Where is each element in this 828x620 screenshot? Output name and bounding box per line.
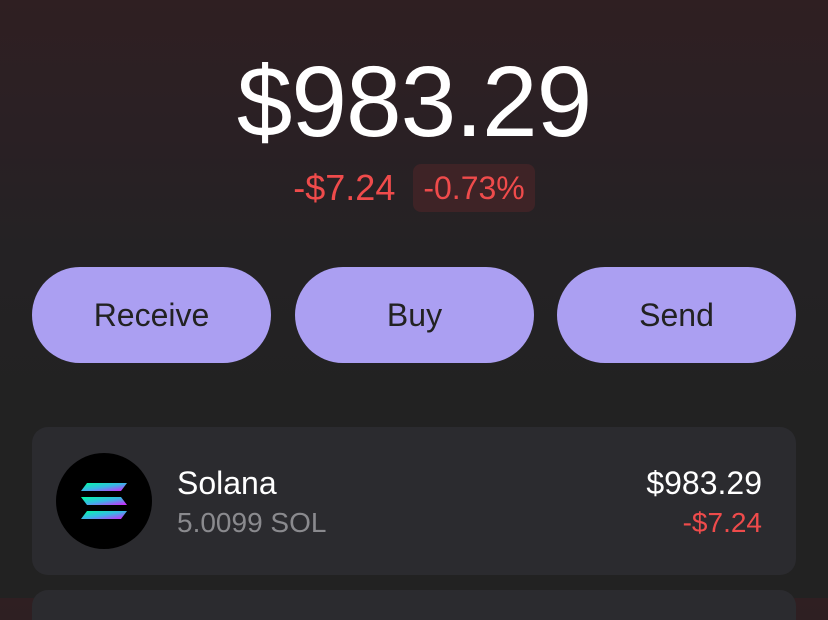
token-value: $983.29 (646, 465, 762, 501)
next-token-row[interactable] (32, 590, 796, 620)
buy-button[interactable]: Buy (295, 267, 534, 363)
solana-logo-graphic (81, 483, 127, 519)
receive-button[interactable]: Receive (32, 267, 271, 363)
change-amount: -$7.24 (293, 167, 396, 208)
token-change: -$7.24 (682, 507, 762, 538)
send-button[interactable]: Send (557, 267, 796, 363)
portfolio-change: -$7.24 -0.73% (0, 164, 828, 212)
solana-logo-icon (56, 453, 152, 549)
change-percent-badge: -0.73% (413, 164, 535, 212)
token-amount: 5.0099 SOL (177, 507, 327, 538)
action-buttons: Receive Buy Send (32, 267, 796, 363)
portfolio-balance: $983.29 (236, 46, 592, 158)
token-name: Solana (177, 465, 277, 501)
token-row-solana[interactable]: Solana 5.0099 SOL $983.29 -$7.24 (32, 427, 796, 575)
